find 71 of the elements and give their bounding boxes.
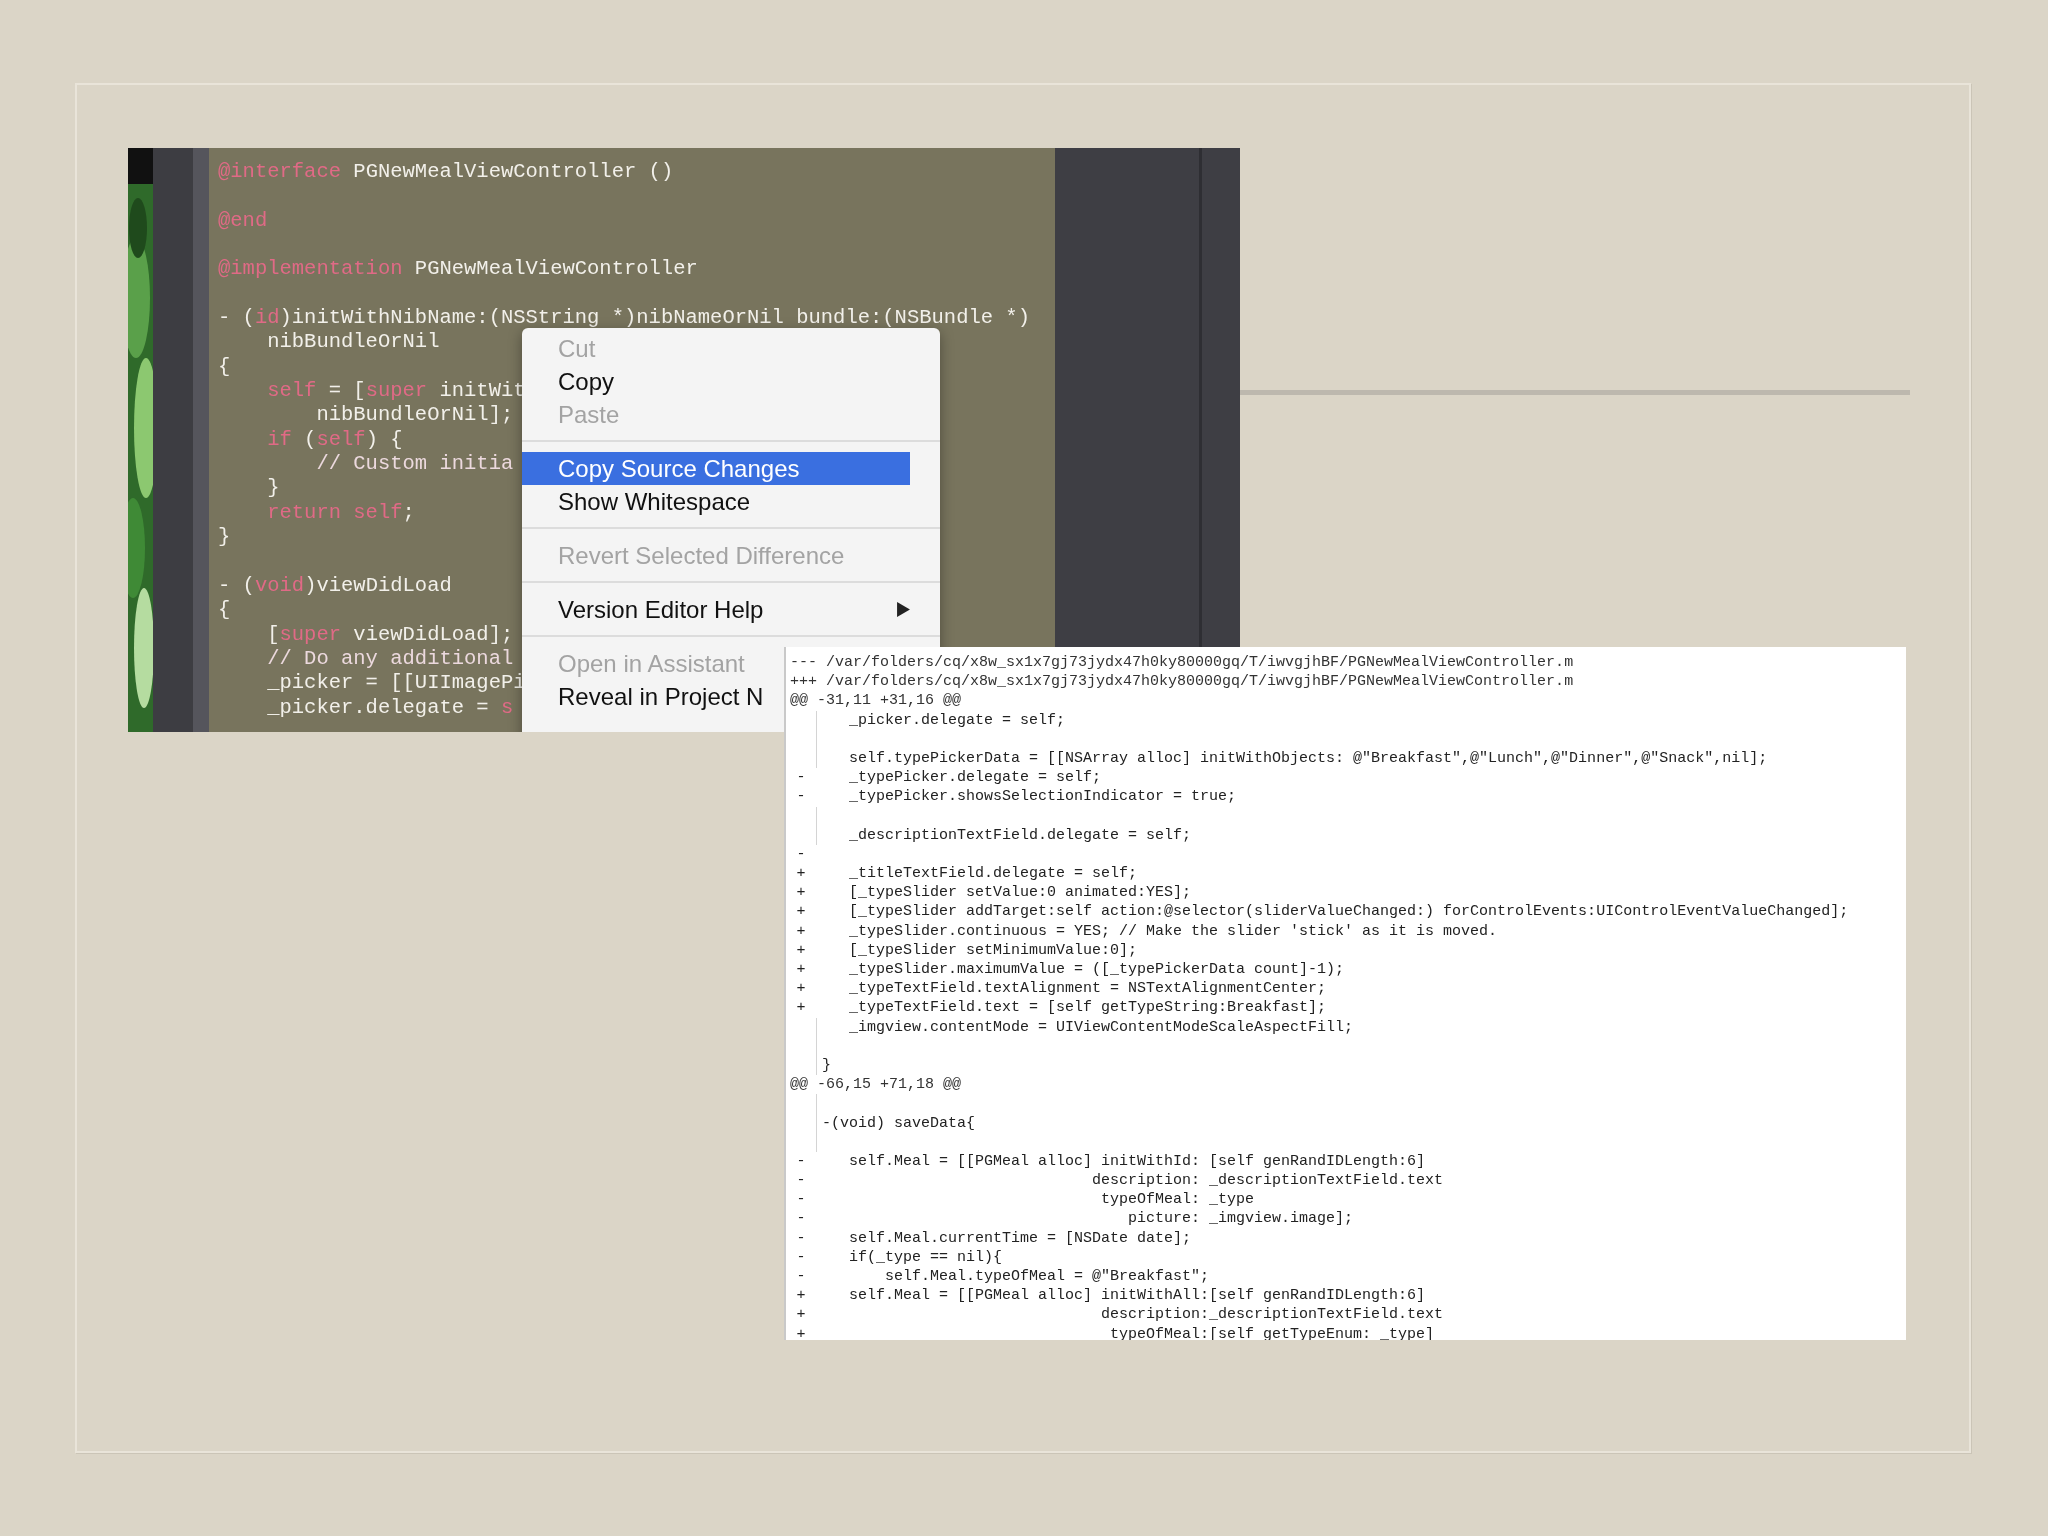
diff-marker: + bbox=[795, 921, 807, 941]
diff-marker: - bbox=[795, 1209, 807, 1229]
code-line: _picker.delegate = s bbox=[266, 695, 514, 720]
diff-code-line: if(_type == nil){ bbox=[848, 1247, 1003, 1267]
diff-code-line: self.Meal.currentTime = [NSDate date]; bbox=[848, 1228, 1192, 1248]
diff-code-line: _titleTextField.delegate = self; bbox=[848, 864, 1138, 884]
code-line: // Custom initia bbox=[315, 452, 514, 477]
diff-code-line: description: _descriptionTextField.text bbox=[1091, 1171, 1444, 1191]
code-line: // Do any additional bbox=[266, 646, 514, 672]
diff-code-line: [_typeSlider setValue:0 animated:YES]; bbox=[848, 883, 1192, 903]
diff-marker: + bbox=[795, 1286, 807, 1306]
diff-code-line: self.typePickerData = [[NSArray alloc] initWithObjects: @"Breakfast",@"Lunch",@"Dinner",@"Snack",nil]; bbox=[848, 748, 1768, 769]
diff-code-line: description:_descriptionTextField.text bbox=[1100, 1305, 1444, 1325]
diff-code-line: self.Meal.typeOfMeal = @"Breakfast"; bbox=[884, 1267, 1210, 1287]
code-line: } bbox=[218, 525, 231, 550]
code-line: @end bbox=[218, 208, 268, 234]
diff-header-line: @@ -66,15 +71,18 @@ bbox=[789, 1075, 963, 1095]
diff-code-line: [_typeSlider setMinimumValue:0]; bbox=[848, 940, 1138, 960]
diff-marker: + bbox=[795, 1305, 807, 1325]
code-line: @implementation PGNewMealViewController bbox=[218, 257, 698, 282]
code-line: [super viewDidLoad]; bbox=[266, 622, 514, 647]
diff-marker: - bbox=[795, 787, 807, 807]
diff-code-line: _typeTextField.textAlignment = NSTextAlignmentCenter; bbox=[848, 979, 1327, 999]
diff-code-line: -(void) saveData{ bbox=[822, 1113, 976, 1133]
menu-item[interactable]: Show Whitespace bbox=[522, 485, 755, 518]
diff-marker: + bbox=[795, 979, 807, 999]
code-line: { bbox=[218, 598, 231, 623]
menu-item[interactable]: Version Editor Help bbox=[522, 593, 910, 626]
diff-marker: - bbox=[795, 768, 807, 788]
code-line: @interface PGNewMealViewController () bbox=[218, 160, 674, 185]
diff-marker: + bbox=[795, 1324, 807, 1340]
diff-marker: + bbox=[795, 864, 807, 884]
code-line: } bbox=[266, 476, 280, 501]
diff-code-line: typeOfMeal: _type bbox=[1100, 1190, 1255, 1210]
menu-item[interactable]: Copy Source Changes bbox=[522, 452, 910, 485]
code-line: nibBundleOrNil]; bbox=[315, 403, 514, 428]
diff-marker: - bbox=[795, 1151, 807, 1172]
code-line: - (id)initWithNibName:(NSString *)nibNameOrNil bundle:(NSBundle *) bbox=[218, 306, 1030, 331]
code-line: - (void)viewDidLoad bbox=[218, 573, 452, 599]
code-line: if (self) { bbox=[266, 427, 403, 453]
diff-header-line: --- /var/folders/cq/x8w_sx1x7gj73jydx47h0ky80000gq/T/iwvgjhBF/PGNewMealViewController.m bbox=[789, 653, 1575, 673]
diff-marker: + bbox=[795, 883, 807, 903]
diff-code-line: [_typeSlider addTarget:self action:@selector(sliderValueChanged:) forControlEvents:UIControlEventValueChanged]; bbox=[848, 902, 1849, 922]
diff-code-line: _typePicker.showsSelectionIndicator = true; bbox=[848, 787, 1237, 807]
diff-header-line: @@ -31,11 +31,16 @@ bbox=[789, 691, 963, 711]
diff-marker: - bbox=[795, 1171, 807, 1191]
code-line: nibBundleOrNil bbox=[266, 330, 440, 355]
diff-marker: - bbox=[795, 1228, 807, 1248]
code-line: { bbox=[218, 354, 231, 380]
diff-marker: + bbox=[795, 940, 807, 960]
diff-marker: + bbox=[795, 902, 807, 922]
diff-marker: + bbox=[795, 960, 807, 980]
diff-marker: + bbox=[795, 998, 807, 1018]
diff-code-line: } bbox=[822, 1055, 831, 1076]
diff-code-line: _descriptionTextField.delegate = self; bbox=[848, 825, 1192, 845]
diff-header-line: +++ /var/folders/cq/x8w_sx1x7gj73jydx47h0ky80000gq/T/iwvgjhBF/PGNewMealViewController.m bbox=[789, 672, 1575, 692]
diff-code-line: _typeSlider.maximumValue = ([_typePickerData count]-1); bbox=[848, 960, 1345, 980]
diff-marker: - bbox=[795, 1267, 807, 1287]
diff-code-line: typeOfMeal:[self getTypeEnum: _type] bbox=[1109, 1324, 1435, 1340]
diff-code-line: _typePicker.delegate = self; bbox=[848, 768, 1102, 788]
code-line: return self; bbox=[266, 500, 415, 526]
diff-code-line: _picker.delegate = self; bbox=[848, 710, 1066, 730]
diff-marker: - bbox=[795, 1190, 807, 1210]
diff-code-line: picture: _imgview.image]; bbox=[1127, 1209, 1354, 1229]
diff-code-line: _imgview.contentMode = UIViewContentModeScaleAspectFill; bbox=[848, 1017, 1354, 1037]
diff-marker: - bbox=[795, 1247, 807, 1267]
diff-code-line: _typeSlider.continuous = YES; // Make the slider 'stick' as it is moved. bbox=[848, 921, 1498, 941]
diff-code-line: self.Meal = [[PGMeal alloc] initWithAll:[self genRandIDLength:6] bbox=[848, 1286, 1426, 1306]
diff-code-line: self.Meal = [[PGMeal alloc] initWithId: [self genRandIDLength:6] bbox=[848, 1151, 1426, 1172]
diff-marker: - bbox=[795, 844, 807, 865]
diff-code-line: _typeTextField.text = [self getTypeString:Breakfast]; bbox=[848, 998, 1327, 1018]
